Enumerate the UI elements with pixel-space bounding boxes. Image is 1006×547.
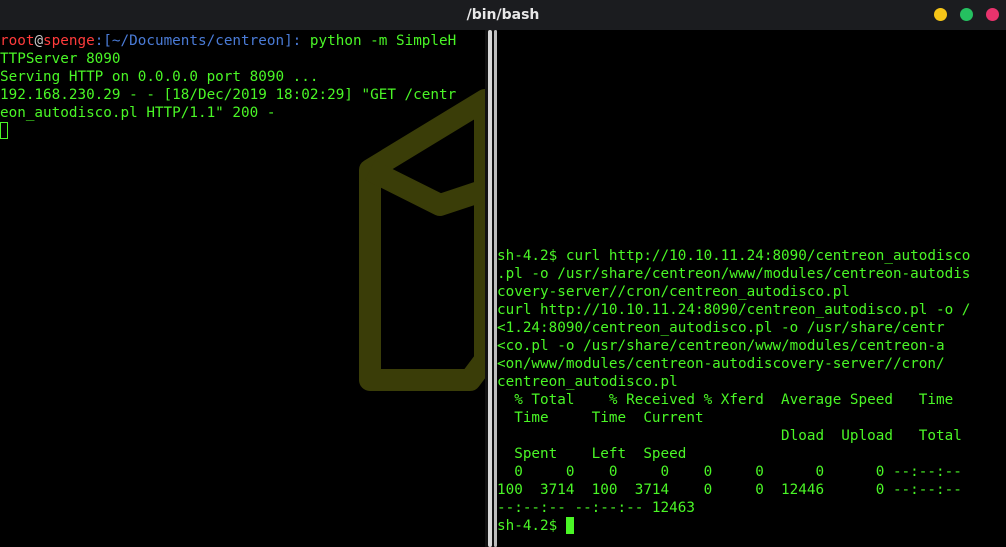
terminal-line: Time Time Current <box>497 410 704 426</box>
terminal-line: .pl -o /usr/share/centreon/www/modules/c… <box>497 266 971 282</box>
terminal-line: <on/www/modules/centreon-autodiscovery-s… <box>497 356 945 372</box>
prompt-command: python -m SimpleH <box>301 33 457 49</box>
terminal-line: % Total % Received % Xferd Average Speed… <box>497 392 954 408</box>
left-scrollbar[interactable] <box>488 30 492 547</box>
right-terminal-output: sh-4.2$ curl http://10.10.11.24:8090/cen… <box>497 247 970 535</box>
terminal-line: curl http://10.10.11.24:8090/centreon_au… <box>497 302 971 318</box>
cursor-inactive <box>0 122 8 139</box>
terminal-line: centreon_autodisco.pl <box>497 374 678 390</box>
window-title: /bin/bash <box>466 7 540 23</box>
terminal-window: /bin/bash root@spenge:[~/Documents/centr… <box>0 0 1006 547</box>
close-button[interactable] <box>986 8 999 21</box>
terminal-line: <co.pl -o /usr/share/centreon/www/module… <box>497 338 945 354</box>
terminal-line: 192.168.230.29 - - [18/Dec/2019 18:02:29… <box>0 87 457 103</box>
final-prompt: sh-4.2$ <box>497 518 566 534</box>
minimize-button[interactable] <box>934 8 947 21</box>
cursor-active[interactable] <box>565 517 574 534</box>
terminal-line: Serving HTTP on 0.0.0.0 port 8090 ... <box>0 69 319 85</box>
terminal-line: --:--:-- --:--:-- 12463 <box>497 500 695 516</box>
prompt-path: :[~/Documents/centreon]: <box>94 33 302 49</box>
pane-divider[interactable] <box>485 30 497 547</box>
left-terminal-output: root@spenge:[~/Documents/centreon]: pyth… <box>0 32 456 140</box>
right-terminal-pane[interactable]: sh-4.2$ curl http://10.10.11.24:8090/cen… <box>497 30 1006 547</box>
terminal-line: covery-server//cron/centreon_autodisco.p… <box>497 284 850 300</box>
terminal-line: sh-4.2$ curl http://10.10.11.24:8090/cen… <box>497 248 971 264</box>
prompt-user: root <box>0 33 35 49</box>
terminal-line: <1.24:8090/centreon_autodisco.pl -o /usr… <box>497 320 945 336</box>
maximize-button[interactable] <box>960 8 973 21</box>
prompt-host: spenge <box>43 33 95 49</box>
prompt-at: @ <box>34 33 44 49</box>
title-bar[interactable]: /bin/bash <box>0 0 1006 30</box>
left-terminal-pane[interactable]: root@spenge:[~/Documents/centreon]: pyth… <box>0 30 485 547</box>
terminal-line: 0 0 0 0 0 0 0 0 --:--:-- <box>497 464 962 480</box>
terminal-line: 100 3714 100 3714 0 0 12446 0 --:--:-- <box>497 482 962 498</box>
terminal-line: eon_autodisco.pl HTTP/1.1" 200 - <box>0 105 276 121</box>
terminal-line: Spent Left Speed <box>497 446 687 462</box>
terminal-line: TTPServer 8090 <box>0 51 121 67</box>
terminal-line: Dload Upload Total <box>497 428 962 444</box>
